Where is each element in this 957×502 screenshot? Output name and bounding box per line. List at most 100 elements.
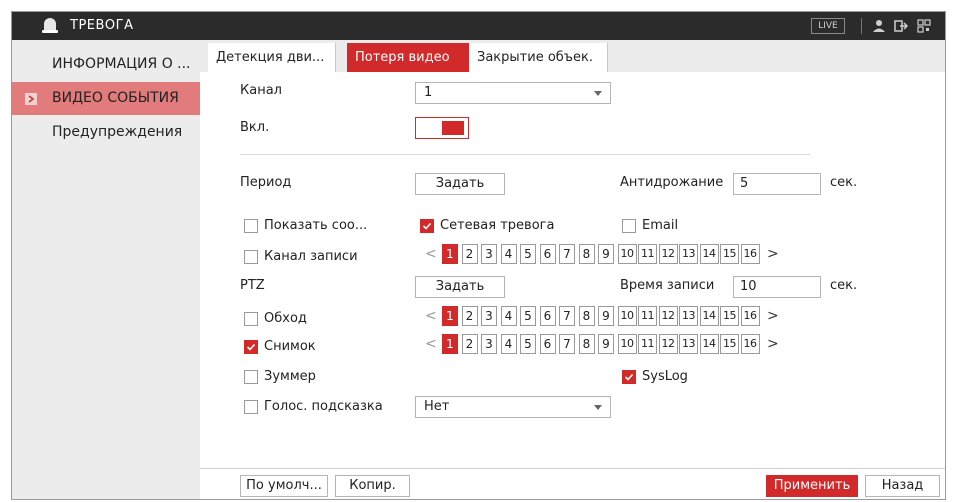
title-bar: ТРЕВОГА LIVE: [12, 12, 945, 40]
channel-chip-8[interactable]: 8: [578, 244, 595, 264]
snapshot-checkbox[interactable]: [244, 340, 258, 354]
channel-chip-16[interactable]: 16: [740, 306, 760, 326]
network-alarm-label: Сетевая тревога: [440, 218, 555, 233]
sidebar-item-video-events[interactable]: ВИДЕО СОБЫТИЯ: [12, 82, 200, 115]
channel-chip-4[interactable]: 4: [500, 244, 517, 264]
channel-chip-10[interactable]: 10: [617, 306, 637, 326]
channel-chip-3[interactable]: 3: [481, 334, 497, 354]
sidebar-item-info[interactable]: ИНФОРМАЦИЯ О ...: [12, 48, 200, 81]
channel-chip-7[interactable]: 7: [559, 334, 575, 354]
channel-chip-12[interactable]: 12: [658, 334, 678, 354]
channel-chip-15[interactable]: 15: [720, 334, 739, 354]
channel-chip-5[interactable]: 5: [520, 244, 536, 264]
channel-chip-12[interactable]: 12: [658, 306, 678, 326]
channel-chip-1[interactable]: 1: [442, 244, 458, 264]
channel-chip-15[interactable]: 15: [720, 244, 739, 264]
show-message-checkbox[interactable]: [244, 219, 258, 233]
alarm-window: ТРЕВОГА LIVE ИНФОРМАЦИЯ О ... ВИДЕО СОБЫ…: [11, 11, 946, 500]
qr-icon[interactable]: [915, 17, 933, 35]
tab-tampering[interactable]: Закрытие объек.: [469, 43, 607, 72]
record-channel-label: Канал записи: [264, 249, 358, 264]
back-button[interactable]: Назад: [865, 475, 940, 497]
channel-chip-9[interactable]: 9: [598, 334, 614, 354]
channel-chip-7[interactable]: 7: [559, 306, 575, 326]
channel-chip-1[interactable]: 1: [442, 334, 458, 354]
sidebar-item-warnings[interactable]: Предупреждения: [12, 116, 200, 149]
channel-chip-8[interactable]: 8: [578, 306, 595, 326]
network-alarm-checkbox[interactable]: [420, 219, 434, 233]
tab-divider: [335, 43, 336, 72]
channel-select[interactable]: 1: [415, 82, 611, 104]
tab-motion-detection[interactable]: Детекция дви...: [208, 43, 335, 72]
apply-button[interactable]: Применить: [766, 475, 858, 497]
chevron-left-icon[interactable]: <: [425, 334, 437, 354]
sidebar: ИНФОРМАЦИЯ О ... ВИДЕО СОБЫТИЯ Предупреж…: [12, 40, 200, 499]
channel-chip-11[interactable]: 11: [638, 334, 657, 354]
user-icon[interactable]: [870, 17, 888, 35]
channel-chip-2[interactable]: 2: [461, 306, 478, 326]
channel-chip-11[interactable]: 11: [638, 306, 657, 326]
channel-chip-14[interactable]: 14: [699, 244, 719, 264]
email-checkbox[interactable]: [622, 219, 636, 233]
channel-chip-8[interactable]: 8: [578, 334, 595, 354]
syslog-checkbox[interactable]: [622, 370, 636, 384]
channel-chip-14[interactable]: 14: [699, 306, 719, 326]
tour-checkbox[interactable]: [244, 312, 258, 326]
channel-chip-15[interactable]: 15: [720, 306, 739, 326]
channel-chip-16[interactable]: 16: [740, 334, 760, 354]
live-button[interactable]: LIVE: [811, 18, 845, 34]
channel-chip-13[interactable]: 13: [679, 306, 698, 326]
channel-chip-4[interactable]: 4: [500, 334, 517, 354]
window-title: ТРЕВОГА: [70, 18, 134, 33]
enable-toggle[interactable]: [415, 117, 469, 139]
channel-chip-11[interactable]: 11: [638, 244, 657, 264]
chevron-left-icon[interactable]: <: [425, 306, 437, 326]
antidither-input[interactable]: 5: [733, 173, 821, 195]
dropdown-arrow-icon: [594, 91, 602, 96]
tab-bar: Детекция дви... Потеря видео Закрытие об…: [200, 40, 945, 72]
channel-chip-3[interactable]: 3: [481, 244, 497, 264]
buzzer-checkbox[interactable]: [244, 370, 258, 384]
channel-chip-1[interactable]: 1: [442, 306, 458, 326]
ptz-set-button[interactable]: Задать: [415, 276, 505, 298]
channel-chip-5[interactable]: 5: [520, 306, 536, 326]
channel-chip-10[interactable]: 10: [617, 244, 637, 264]
channel-chip-2[interactable]: 2: [461, 244, 478, 264]
channel-chip-7[interactable]: 7: [559, 244, 575, 264]
channel-chip-6[interactable]: 6: [539, 244, 556, 264]
channel-chip-12[interactable]: 12: [658, 244, 678, 264]
checkmark-icon: [624, 373, 634, 381]
channel-chip-13[interactable]: 13: [679, 334, 698, 354]
channel-chip-5[interactable]: 5: [520, 334, 536, 354]
buzzer-label: Зуммер: [264, 369, 316, 384]
tab-video-loss[interactable]: Потеря видео: [347, 43, 469, 72]
channel-chip-4[interactable]: 4: [500, 306, 517, 326]
logout-icon[interactable]: [892, 17, 910, 35]
channel-chip-2[interactable]: 2: [461, 334, 478, 354]
channel-chip-14[interactable]: 14: [699, 334, 719, 354]
channel-chip-10[interactable]: 10: [617, 334, 637, 354]
syslog-label: SysLog: [642, 369, 688, 384]
record-time-input[interactable]: 10: [733, 276, 821, 298]
period-set-button[interactable]: Задать: [415, 173, 505, 195]
channel-chip-13[interactable]: 13: [679, 244, 698, 264]
voice-prompt-checkbox[interactable]: [244, 400, 258, 414]
record-channel-checkbox[interactable]: [244, 250, 258, 264]
snapshot-label: Снимок: [264, 339, 316, 354]
copy-button[interactable]: Копир.: [335, 475, 410, 497]
channel-chip-9[interactable]: 9: [598, 244, 614, 264]
voice-prompt-select[interactable]: Нет: [415, 396, 611, 418]
channel-chip-3[interactable]: 3: [481, 306, 497, 326]
channel-chip-6[interactable]: 6: [539, 334, 556, 354]
chevron-right-icon[interactable]: >: [767, 244, 779, 264]
default-button[interactable]: По умолч...: [240, 475, 328, 497]
channel-chip-16[interactable]: 16: [740, 244, 760, 264]
chevron-right-icon[interactable]: >: [767, 334, 779, 354]
channel-chip-6[interactable]: 6: [539, 306, 556, 326]
chevron-right-icon[interactable]: >: [767, 306, 779, 326]
channel-label: Канал: [240, 83, 282, 98]
chevron-left-icon[interactable]: <: [425, 244, 437, 264]
channel-chip-9[interactable]: 9: [598, 306, 614, 326]
chevron-right-icon: [25, 93, 37, 105]
alarm-bell-icon: [42, 18, 58, 33]
